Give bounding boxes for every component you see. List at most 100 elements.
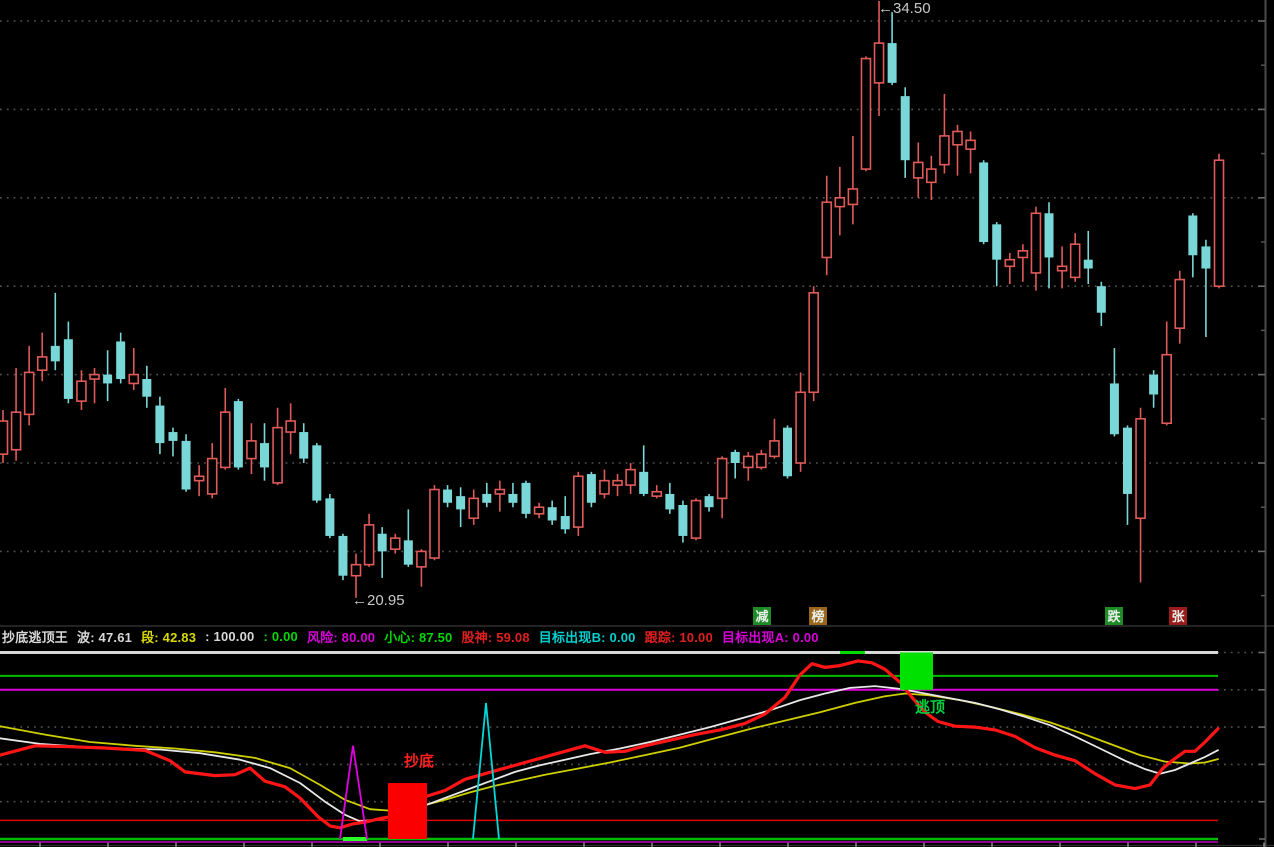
candle-body-down <box>116 341 126 380</box>
candle-body-up <box>965 139 976 150</box>
candle-body-up <box>873 42 885 84</box>
indicator-header-top-line-value: : 100.00 <box>205 629 255 644</box>
candle-body-up <box>1030 212 1042 274</box>
candle-body-down <box>1083 259 1093 269</box>
event-marker-label: 减 <box>755 609 768 624</box>
candle-body-up <box>1135 417 1146 520</box>
signal-block <box>388 783 427 839</box>
candle-body-up <box>1004 258 1016 268</box>
candle-body-up <box>285 420 296 433</box>
indicator-header-caution-value: 小心: 87.50 <box>384 630 453 645</box>
candle-body-up <box>36 356 48 371</box>
candle-body-up <box>808 292 819 394</box>
candle-body-down <box>63 339 73 399</box>
candle-body-down <box>1044 213 1054 258</box>
candle-body-down <box>142 379 152 397</box>
candle-body-up <box>1213 159 1225 287</box>
candle-body-up <box>756 453 767 469</box>
candle-body-down <box>312 445 322 501</box>
candle-body-up <box>1069 243 1081 279</box>
candle-body-up <box>1174 278 1186 329</box>
candle-body-up <box>769 440 780 458</box>
candle-body-down <box>155 405 165 444</box>
candle-body-down <box>338 535 348 576</box>
candle-body-down <box>704 496 714 508</box>
event-marker-label: 张 <box>1171 609 1185 624</box>
indicator-header-track-value: 跟踪: 10.00 <box>644 630 713 645</box>
candle-body-down <box>260 443 270 468</box>
candle-body-down <box>1109 383 1119 435</box>
candle-body-down <box>325 498 335 536</box>
candle-body-down <box>1188 215 1198 256</box>
candle-body-down <box>979 162 989 242</box>
candle-body-down <box>665 493 675 510</box>
candle-body-up <box>219 411 231 469</box>
candle-body-up <box>742 455 754 469</box>
candle-body-up <box>612 479 623 486</box>
candle-body-up <box>716 457 728 500</box>
indicator-header-gushen-value: 股神: 59.08 <box>461 630 530 645</box>
indicator-header-wave-value: 波: 47.61 <box>77 630 133 645</box>
candle-body-down <box>678 504 688 536</box>
candle-body-down <box>521 482 531 514</box>
candle-body-down <box>168 432 178 441</box>
candle-body-up <box>573 475 584 528</box>
candle-body-up <box>533 506 545 515</box>
candle-body-up <box>795 391 806 464</box>
candle-body-down <box>730 451 740 463</box>
candle-body-up <box>834 197 846 208</box>
indicator-header-risk-value: 风险: 80.00 <box>306 630 376 645</box>
candle-body-up <box>206 457 218 495</box>
candle-body-up <box>1056 265 1068 272</box>
indicator-header-indicator-name: 抄底逃顶王 <box>2 630 69 645</box>
candle-body-up <box>193 475 205 482</box>
indicator-header-target-a-value: 目标出现A: 0.00 <box>721 630 819 645</box>
candle-body-up <box>416 550 427 568</box>
candle-body-up <box>10 411 22 451</box>
candle-body-down <box>1096 286 1106 313</box>
candle-body-up <box>494 488 506 495</box>
candle-body-down <box>456 496 466 510</box>
candle-body-down <box>992 224 1002 260</box>
candle-body-down <box>508 493 518 503</box>
candle-body-down <box>377 533 387 552</box>
candle-body-up <box>847 188 859 206</box>
signal-block-label: 抄底 <box>404 752 434 770</box>
candle-body-down <box>887 43 897 83</box>
candle-body-up <box>389 537 401 550</box>
candle-body-up <box>912 161 924 179</box>
candle-body-up <box>926 168 937 184</box>
candle-body-up <box>821 201 833 259</box>
high-price-annotation: ←34.50 <box>878 0 931 17</box>
candle-body-down <box>560 516 570 530</box>
candle-body-up <box>690 499 702 539</box>
candle-body-down <box>586 474 596 503</box>
indicator-header-segment-value: 段: 42.83 <box>141 630 197 645</box>
candle-body-down <box>547 507 557 521</box>
signal-block-label: 逃顶 <box>915 698 945 716</box>
candle-body-down <box>1122 427 1132 494</box>
signal-block <box>900 652 933 690</box>
candle-body-up <box>1161 353 1172 425</box>
event-marker-label: 跌 <box>1107 609 1121 624</box>
candle-body-down <box>50 345 60 362</box>
indicator-curve-股神 <box>0 659 1220 830</box>
candle-body-down <box>482 493 492 503</box>
candle-body-down <box>1201 246 1211 269</box>
candle-body-up <box>128 373 140 385</box>
low-price-annotation: ←20.95 <box>352 592 405 609</box>
candle-body-down <box>403 540 413 565</box>
candle-body-down <box>299 432 309 459</box>
candle-body-down <box>900 96 910 161</box>
candle-body-up <box>89 373 100 380</box>
candle-body-down <box>639 471 649 494</box>
candle-body-up <box>76 380 87 402</box>
candle-body-down <box>783 427 793 477</box>
candle-body-up <box>860 57 872 170</box>
candle-body-up <box>599 479 610 495</box>
candle-body-up <box>952 130 963 146</box>
candle-body-down <box>181 440 191 490</box>
price-indicator-chart[interactable]: ←34.50 ←20.95 减 榜 跌 张抄底 逃顶 <box>0 0 1274 847</box>
candle-body-down <box>1149 374 1159 395</box>
candle-body-up <box>651 490 663 497</box>
